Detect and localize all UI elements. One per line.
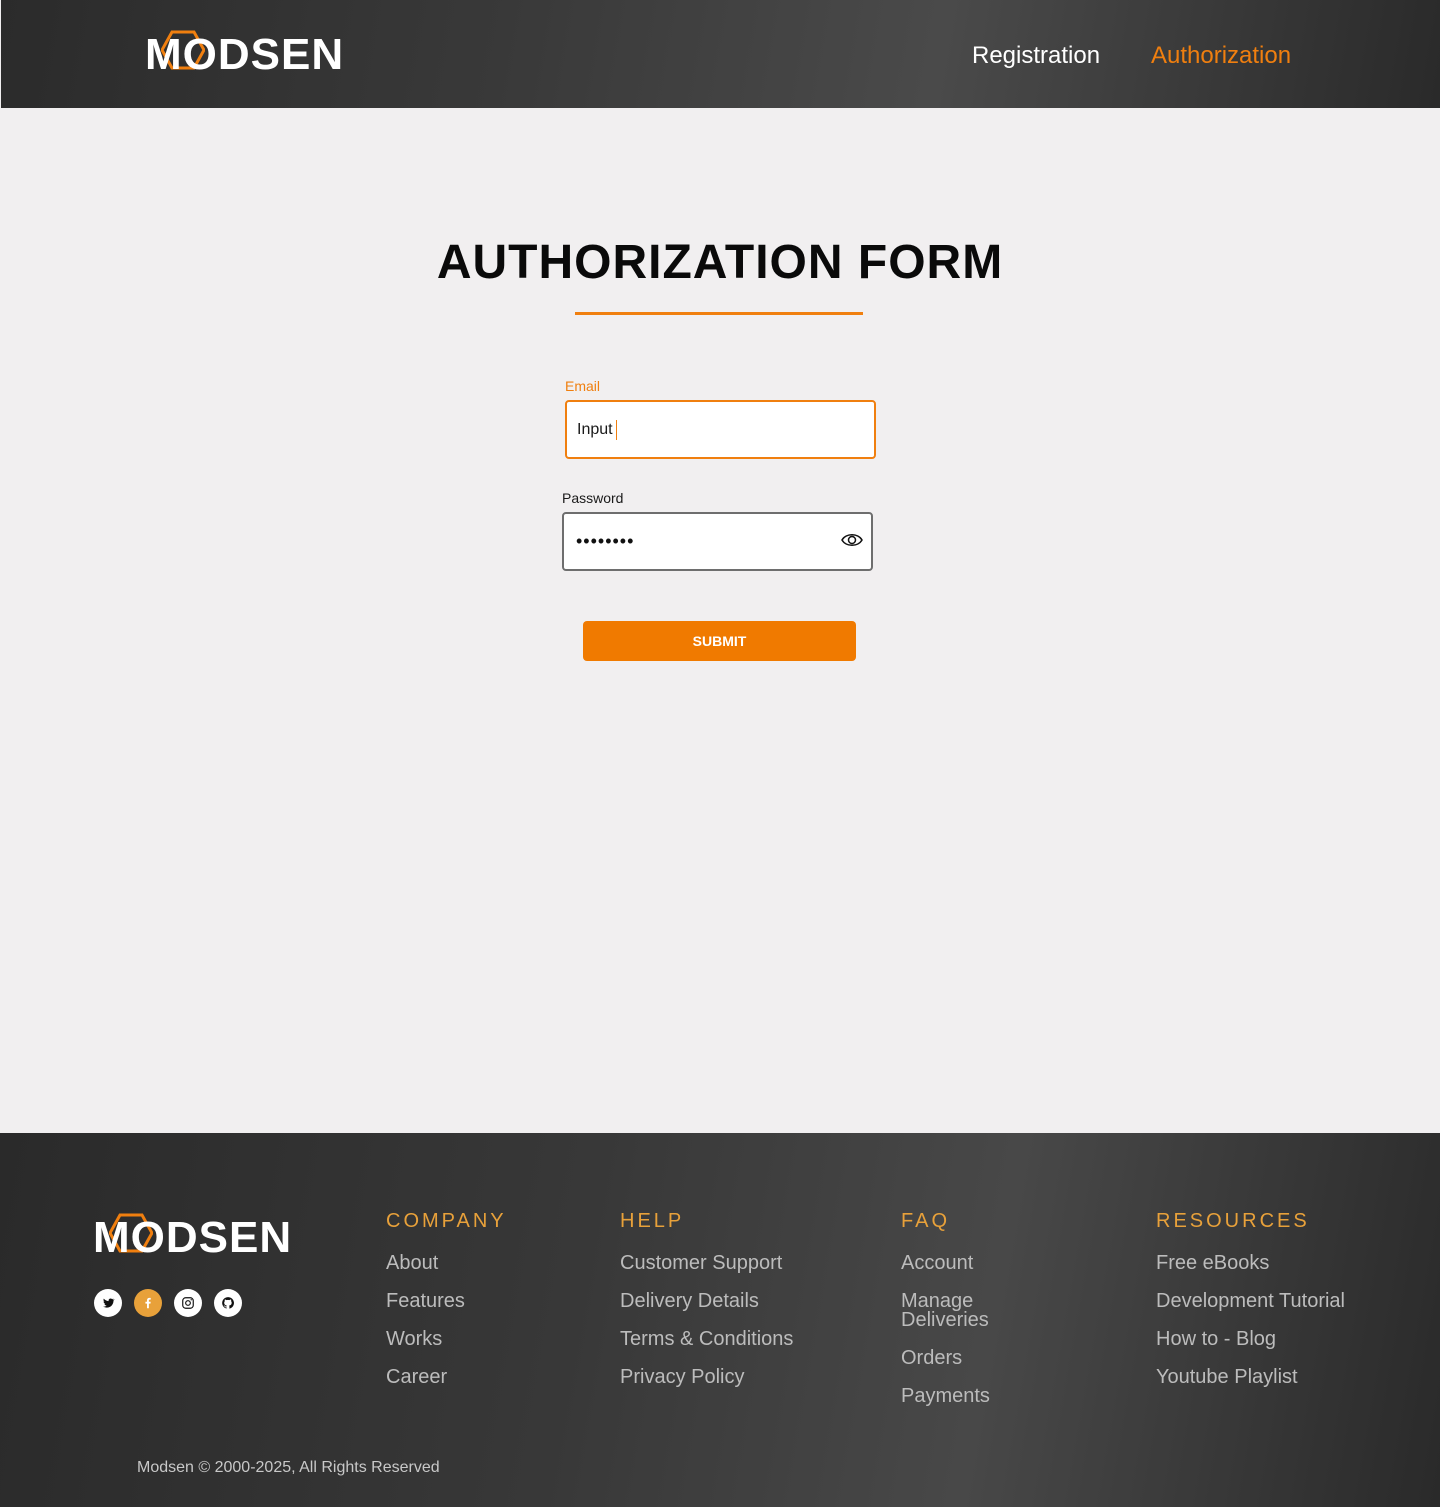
footer-link-features[interactable]: Features [386, 1291, 507, 1311]
nav-registration[interactable]: Registration [972, 42, 1100, 70]
title-underline [575, 312, 863, 315]
footer-link-about[interactable]: About [386, 1253, 507, 1273]
footer-link-development-tutorial[interactable]: Development Tutorial [1156, 1291, 1345, 1311]
footer-link-how-to-blog[interactable]: How to - Blog [1156, 1329, 1345, 1349]
password-label: Password [562, 490, 624, 506]
submit-button[interactable]: SUBMIT [583, 621, 856, 661]
copyright-text: Modsen © 2000-2025, All Rights Reserved [137, 1459, 440, 1476]
email-value: Input [577, 420, 613, 438]
footer-heading-company: COMPANY [386, 1210, 507, 1232]
footer-link-works[interactable]: Works [386, 1329, 507, 1349]
footer-column-company: COMPANY About Features Works Career [386, 1210, 507, 1406]
nav-authorization[interactable]: Authorization [1151, 42, 1291, 70]
footer-heading-resources: RESOURCES [1156, 1210, 1310, 1232]
instagram-icon[interactable] [174, 1289, 202, 1317]
footer-link-customer-support[interactable]: Customer Support [620, 1253, 793, 1273]
footer-link-free-ebooks[interactable]: Free eBooks [1156, 1253, 1345, 1273]
footer-link-payments[interactable]: Payments [901, 1386, 1051, 1406]
footer-column-resources: RESOURCES Free eBooks Development Tutori… [1156, 1210, 1345, 1406]
text-caret [615, 419, 617, 440]
footer-link-privacy-policy[interactable]: Privacy Policy [620, 1367, 793, 1387]
footer-modsen-logo[interactable]: MODSEN [93, 1213, 292, 1263]
github-icon[interactable] [214, 1289, 242, 1317]
email-field[interactable]: Input [565, 400, 876, 459]
password-value: •••••••• [576, 531, 635, 551]
footer-link-delivery-details[interactable]: Delivery Details [620, 1291, 793, 1311]
footer-link-career[interactable]: Career [386, 1367, 507, 1387]
password-field[interactable]: •••••••• [562, 512, 873, 571]
social-links [94, 1289, 242, 1317]
logo-text: MODSEN [145, 30, 345, 79]
page-title: AUTHORIZATION FORM [436, 236, 1004, 289]
footer-column-faq: FAQ Account Manage Deliveries Orders Pay… [901, 1210, 1051, 1425]
site-header: MODSEN Registration Authorization [1, 0, 1440, 108]
email-label: Email [565, 378, 601, 394]
footer-link-manage-deliveries[interactable]: Manage Deliveries [901, 1291, 1051, 1330]
facebook-icon[interactable] [134, 1289, 162, 1317]
footer-heading-faq: FAQ [901, 1210, 951, 1232]
footer-link-account[interactable]: Account [901, 1253, 1051, 1273]
eye-icon[interactable] [841, 532, 863, 548]
twitter-icon[interactable] [94, 1289, 122, 1317]
footer-link-terms[interactable]: Terms & Conditions [620, 1329, 793, 1349]
site-footer: MODSEN COMPANY About Features Works Care… [0, 1133, 1440, 1507]
logo-text: MODSEN [93, 1213, 293, 1262]
footer-heading-help: HELP [620, 1210, 685, 1232]
footer-link-youtube-playlist[interactable]: Youtube Playlist [1156, 1367, 1345, 1387]
modsen-logo[interactable]: MODSEN [145, 30, 344, 80]
footer-link-orders[interactable]: Orders [901, 1348, 1051, 1368]
footer-column-help: HELP Customer Support Delivery Details T… [620, 1210, 793, 1406]
